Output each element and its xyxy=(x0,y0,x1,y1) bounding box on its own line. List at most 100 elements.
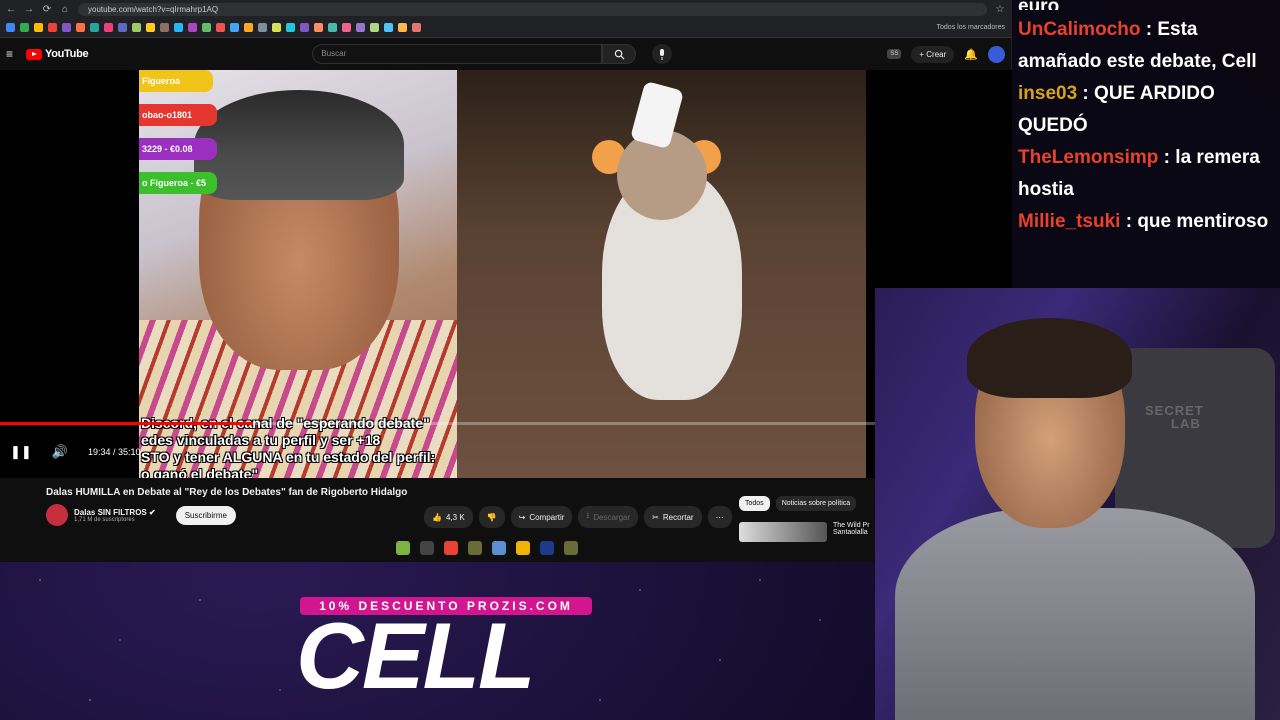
bookmark-icon[interactable] xyxy=(230,23,239,32)
pause-icon[interactable]: ❚❚ xyxy=(10,444,32,460)
bookmark-icon[interactable] xyxy=(356,23,365,32)
back-icon[interactable]: ← xyxy=(6,4,16,15)
bookmark-icon[interactable] xyxy=(314,23,323,32)
video-title: Dalas HUMILLA en Debate al "Rey de los D… xyxy=(46,487,408,498)
url-field[interactable]: youtube.com/watch?v=qIrmahrp1AQ xyxy=(78,2,987,16)
bookmark-icon[interactable] xyxy=(244,23,253,32)
bookmark-icon[interactable] xyxy=(384,23,393,32)
avatar[interactable] xyxy=(988,45,1005,63)
search-button[interactable] xyxy=(602,44,637,64)
forward-icon[interactable]: → xyxy=(24,4,34,15)
bookmark-icon[interactable] xyxy=(370,23,379,32)
bookmark-icon[interactable] xyxy=(202,23,211,32)
bookmark-icon[interactable] xyxy=(286,23,295,32)
bookmark-icon[interactable] xyxy=(160,23,169,32)
bookmark-icon[interactable] xyxy=(20,23,29,32)
share-button[interactable]: ↪ Compartir xyxy=(510,506,573,528)
bookmark-icon[interactable] xyxy=(258,23,267,32)
subscribe-button[interactable]: Suscribirme xyxy=(175,505,236,525)
bookmarks-folder[interactable]: Todos los marcadores xyxy=(937,24,1005,31)
like-button[interactable]: 👍 4,3 K xyxy=(424,506,473,528)
download-button[interactable]: ⭳ Descargar xyxy=(578,506,639,528)
chip-todos[interactable]: Todos xyxy=(739,496,770,511)
chat-message: Millie_tsuki : que mentiroso xyxy=(1018,206,1274,238)
progress-bar[interactable] xyxy=(0,422,1012,425)
progress-fill xyxy=(0,422,254,425)
channel-avatar[interactable] xyxy=(46,504,68,526)
taskbar-app-icon[interactable] xyxy=(444,541,458,555)
browser-window: ← → ⟳ ⌂ youtube.com/watch?v=qIrmahrp1AQ … xyxy=(0,0,1012,562)
chair-logo: SECRET LAB xyxy=(1145,404,1204,430)
related-thumbnail xyxy=(739,522,827,542)
youtube-header: ≡ YouTube Buscar SS + Crear 🔔 xyxy=(0,38,1011,70)
taskbar-app-icon[interactable] xyxy=(540,541,554,555)
bookmark-icon[interactable] xyxy=(6,23,15,32)
bookmark-icon[interactable] xyxy=(398,23,407,32)
clip-button[interactable]: ✂ Recortar xyxy=(644,506,702,528)
search-input[interactable]: Buscar xyxy=(312,44,603,64)
reload-icon[interactable]: ⟳ xyxy=(42,4,52,15)
related-title: The Wild Pr Santaolalla xyxy=(833,522,870,536)
bookmark-icon[interactable] xyxy=(76,23,85,32)
channel-name[interactable]: Dalas SIN FILTROS ✔ xyxy=(74,508,156,517)
taskbar-app-icon[interactable] xyxy=(468,541,482,555)
subtitle-line: edes vinculadas a tu perfil y ser +18 xyxy=(141,432,381,448)
chat-username: TheLemonsimp xyxy=(1018,147,1159,168)
bookmark-icon[interactable] xyxy=(272,23,281,32)
header-tools: SS + Crear 🔔 xyxy=(887,45,1005,63)
bookmark-icon[interactable] xyxy=(90,23,99,32)
player-controls: ❚❚ 🔊 19:34 / 35:10 xyxy=(0,440,141,464)
bookmark-icon[interactable] xyxy=(300,23,309,32)
bookmark-icon[interactable] xyxy=(104,23,113,32)
bookmark-icon[interactable] xyxy=(216,23,225,32)
chat-separator: : xyxy=(1077,83,1095,104)
home-icon[interactable]: ⌂ xyxy=(60,4,70,15)
volume-icon[interactable]: 🔊 xyxy=(52,444,68,460)
video-mouse-clip xyxy=(457,70,866,478)
taskbar-app-icon[interactable] xyxy=(492,541,506,555)
logo-text: YouTube xyxy=(45,48,89,60)
chat-separator: : xyxy=(1120,211,1138,232)
bookmark-icon[interactable] xyxy=(412,23,421,32)
ss-badge[interactable]: SS xyxy=(887,49,902,59)
star-icon[interactable]: ☆ xyxy=(995,4,1005,15)
menu-icon[interactable]: ≡ xyxy=(6,47,18,61)
chat-username: UnCalimocho xyxy=(1018,19,1141,40)
video-player[interactable]: Figueroa obao-o1801 3229 - €0.08 o Figueroa… xyxy=(0,70,1012,478)
taskbar-app-icon[interactable] xyxy=(516,541,530,555)
voice-search-button[interactable] xyxy=(652,44,673,64)
bookmark-icon[interactable] xyxy=(132,23,141,32)
create-button[interactable]: + Crear xyxy=(911,45,955,63)
streamer-hoodie xyxy=(895,508,1255,720)
dislike-button[interactable]: 👎 xyxy=(478,506,505,528)
bookmark-icon[interactable] xyxy=(188,23,197,32)
bell-icon[interactable]: 🔔 xyxy=(964,48,978,61)
bookmarks-bar: Todos los marcadores xyxy=(0,18,1011,38)
taskbar-app-icon[interactable] xyxy=(396,541,410,555)
scissors-icon: ✂ xyxy=(652,512,659,522)
taskbar-app-icon[interactable] xyxy=(420,541,434,555)
taskbar-app-icon[interactable] xyxy=(564,541,578,555)
chat-message: inse03 : QUE ARDIDO QUEDÓ xyxy=(1018,78,1274,142)
related-video[interactable]: The Wild Pr Santaolalla xyxy=(739,522,873,542)
donation-label: o Figueroa - €5 xyxy=(139,172,217,194)
chat-message: TheLemonsimp : la remera hostia xyxy=(1018,142,1274,206)
chat-list: UnCalimocho : Esta amañado este debate, … xyxy=(1018,14,1274,238)
chip-politica[interactable]: Noticias sobre política xyxy=(775,496,857,511)
bookmark-icon[interactable] xyxy=(118,23,127,32)
bookmark-icon[interactable] xyxy=(34,23,43,32)
download-icon: ⭳ xyxy=(586,511,590,520)
bookmark-icon[interactable] xyxy=(342,23,351,32)
bookmark-icon[interactable] xyxy=(48,23,57,32)
chat-message: UnCalimocho : Esta amañado este debate, … xyxy=(1018,14,1274,78)
bookmark-icon[interactable] xyxy=(146,23,155,32)
bookmark-icon[interactable] xyxy=(174,23,183,32)
create-label: Crear xyxy=(926,49,947,59)
mic-icon xyxy=(660,48,665,60)
youtube-logo[interactable]: YouTube xyxy=(26,48,89,60)
more-options-icon[interactable]: ⋯ xyxy=(707,506,732,528)
bookmark-icon[interactable] xyxy=(328,23,337,32)
bookmark-icon[interactable] xyxy=(62,23,71,32)
like-count: 4,3 K xyxy=(445,512,465,522)
chat-separator: : xyxy=(1140,19,1158,40)
